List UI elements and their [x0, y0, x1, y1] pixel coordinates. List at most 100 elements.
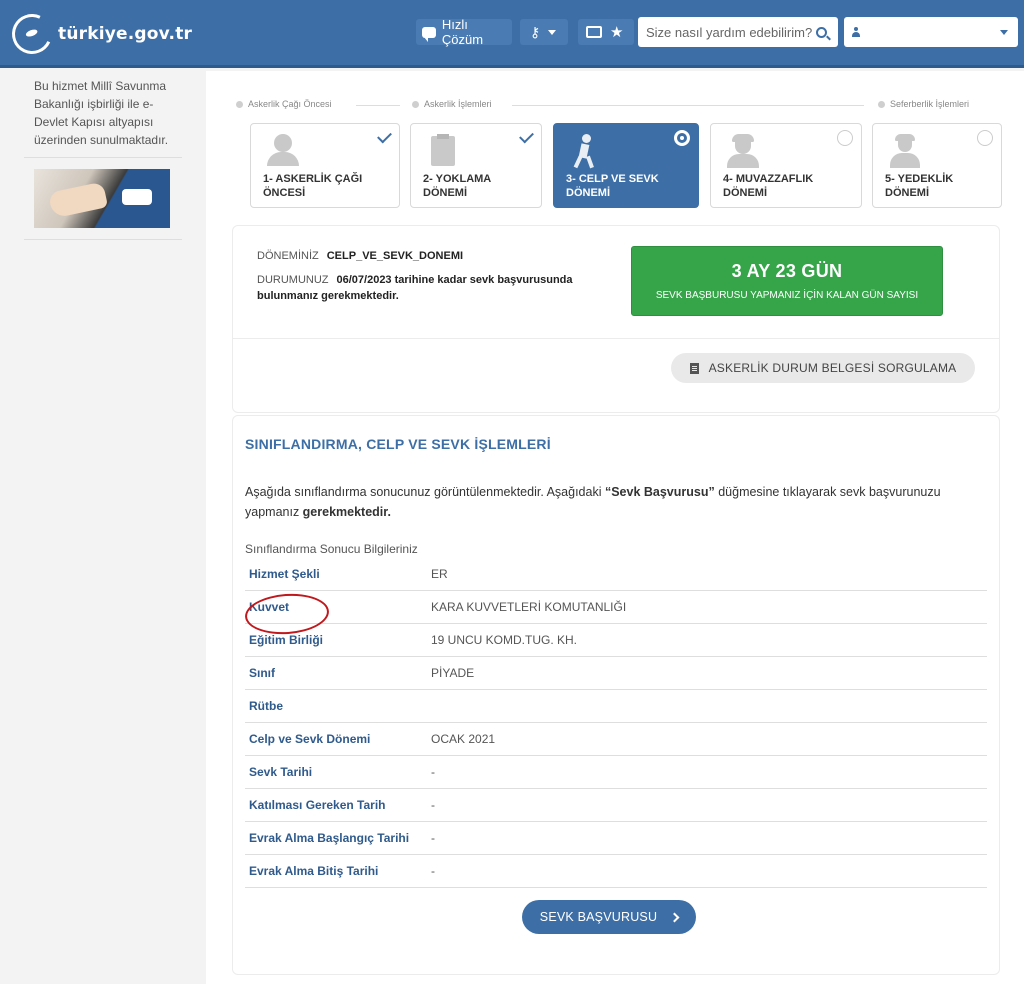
step-label: 4- MUVAZZAFLIK DÖNEMİ — [723, 173, 814, 199]
e-devlet-emblem-icon — [6, 8, 58, 60]
document-icon — [689, 362, 699, 374]
promo-banner-image[interactable] — [34, 169, 170, 228]
clipboard-icon — [425, 134, 461, 168]
hand-graphic — [47, 181, 109, 219]
table-row: Evrak Alma Bitiş Tarihi - — [245, 855, 987, 888]
military-status-document-button[interactable]: ASKERLİK DURUM BELGESİ SORGULAMA — [671, 353, 975, 383]
remaining-days-counter: 3 AY 23 GÜN SEVK BAŞBURUSU YAPMANIZ İÇİN… — [631, 246, 943, 316]
classification-section: SINIFLANDIRMA, CELP VE SEVK İŞLEMLERİ Aş… — [232, 415, 1000, 975]
period-value: CELP_VE_SEVK_DONEMI — [326, 250, 464, 262]
period-row: DÖNEMİNİZ CELP_VE_SEVK_DONEMI — [257, 250, 463, 262]
state-row: DURUMUNUZ 06/07/2023 tarihine kadar sevk … — [257, 272, 627, 304]
sidebar: Bu hizmet Millî Savunma Bakanlığı işbirl… — [0, 71, 206, 984]
table-row: Celp ve Sevk Dönemi OCAK 2021 — [245, 723, 987, 756]
countdown-caption: SEVK BAŞBURUSU YAPMANIZ İÇİN KALAN GÜN S… — [655, 290, 919, 301]
step-group-labels: Askerlik Çağı Öncesi Askerlik İşlemleri … — [236, 99, 996, 111]
step-label: 5- YEDEKLİK DÖNEMİ — [885, 173, 954, 199]
step-askerlik-cagi-oncesi[interactable]: 1- ASKERLİK ÇAĞI ÖNCESİ — [250, 123, 400, 208]
table-row: Sınıf PİYADE — [245, 657, 987, 690]
table-row: Katılması Gereken Tarih - — [245, 789, 987, 822]
step-yoklama-donemi[interactable]: 2- YOKLAMA DÖNEMİ — [410, 123, 542, 208]
step-dot-icon — [236, 100, 243, 108]
divider — [512, 105, 864, 106]
row-value: - — [431, 864, 435, 878]
step-muvazzaflik-donemi[interactable]: 4- MUVAZZAFLIK DÖNEMİ — [710, 123, 862, 208]
star-icon[interactable]: ★ — [610, 23, 623, 41]
quick-solution-button[interactable]: Hızlı Çözüm — [416, 17, 512, 47]
table-row: Evrak Alma Başlangıç Tarihi - — [245, 822, 987, 855]
sevk-basvurusu-button[interactable]: SEVK BAŞVURUSU — [522, 900, 696, 934]
main-content: Askerlik Çağı Öncesi Askerlik İşlemleri … — [206, 71, 1024, 984]
step-group-label: Askerlik İşlemleri — [412, 99, 492, 109]
row-key: Sevk Tarihi — [249, 765, 313, 779]
soldier-icon — [725, 134, 761, 168]
divider — [24, 157, 182, 158]
row-value: - — [431, 765, 435, 779]
id-card-favorites-button[interactable]: ★ — [578, 19, 634, 45]
row-key: Rütbe — [249, 699, 283, 713]
key-icon: ⚷ — [530, 23, 541, 40]
row-value: - — [431, 831, 435, 845]
quick-solution-label: Hızlı Çözüm — [441, 17, 484, 47]
check-icon — [519, 128, 534, 144]
radio-empty-icon — [977, 130, 993, 146]
step-label: 1- ASKERLİK ÇAĞI ÖNCESİ — [263, 173, 363, 199]
row-value: 19 UNCU KOMD.TUG. KH. — [431, 633, 578, 647]
row-key: Evrak Alma Bitiş Tarihi — [249, 864, 379, 878]
row-key: Eğitim Birliği — [249, 633, 324, 647]
doc-button-label: ASKERLİK DURUM BELGESİ SORGULAMA — [708, 361, 957, 375]
step-celp-ve-sevk-donemi[interactable]: 3- CELP VE SEVK DÖNEMİ — [553, 123, 699, 208]
row-key: Celp ve Sevk Dönemi — [249, 732, 371, 746]
row-value: OCAK 2021 — [431, 732, 496, 746]
top-header: türkiye.gov.tr Hızlı Çözüm ⚷ ★ — [0, 0, 1024, 68]
countdown-value: 3 AY 23 GÜN — [731, 261, 843, 281]
turkiye-gov-logo[interactable]: türkiye.gov.tr — [6, 8, 193, 60]
search-icon[interactable] — [816, 26, 827, 38]
divider — [233, 338, 999, 339]
section-description: Aşağıda sınıflandırma sonucunuz görüntül… — [245, 485, 941, 519]
row-key: Hizmet Şekli — [249, 567, 320, 581]
walking-person-icon — [568, 134, 604, 169]
chevron-right-icon — [669, 912, 680, 922]
chevron-down-icon — [548, 29, 557, 35]
status-panel: DÖNEMİNİZ CELP_VE_SEVK_DONEMI DURUMUNUZ 06… — [232, 225, 1000, 413]
user-menu[interactable] — [844, 17, 1018, 47]
search-input[interactable] — [646, 24, 812, 40]
row-value: PİYADE — [431, 666, 475, 680]
state-label: DURUMUNUZ — [257, 274, 329, 286]
person-icon — [265, 134, 301, 168]
id-card-icon — [586, 26, 602, 38]
row-value: - — [431, 798, 435, 812]
divider — [356, 105, 400, 106]
user-icon — [852, 27, 860, 37]
chevron-down-icon — [1000, 29, 1008, 35]
row-key: Evrak Alma Başlangıç Tarihi — [249, 831, 410, 845]
vr-headset-graphic — [122, 189, 152, 205]
section-subtitle: Sınıflandırma Sonucu Bilgileriniz — [245, 542, 418, 556]
table-row: Hizmet Şekli ER — [245, 558, 987, 591]
table-row: Sevk Tarihi - — [245, 756, 987, 789]
step-yedeklik-donemi[interactable]: 5- YEDEKLİK DÖNEMİ — [872, 123, 1002, 208]
table-row: Kuvvet KARA KUVVETLERİ KOMUTANLIĞI — [245, 591, 987, 624]
table-row: Rütbe — [245, 690, 987, 723]
radio-empty-icon — [837, 130, 853, 146]
logo-text: türkiye.gov.tr — [58, 24, 193, 44]
reserve-soldier-icon — [887, 134, 923, 168]
chat-bubble-icon — [422, 26, 436, 42]
period-label: DÖNEMİNİZ — [257, 250, 319, 262]
step-dot-icon — [412, 100, 419, 108]
step-label: 3- CELP VE SEVK DÖNEMİ — [566, 173, 659, 199]
search-box — [638, 17, 838, 47]
check-icon — [377, 128, 392, 144]
apply-button-label: SEVK BAŞVURUSU — [539, 910, 658, 924]
row-value: KARA KUVVETLERİ KOMUTANLIĞI — [431, 600, 627, 614]
divider — [24, 239, 182, 240]
accessibility-menu-button[interactable]: ⚷ — [520, 19, 568, 45]
step-group-label: Seferberlik İşlemleri — [878, 99, 969, 109]
step-dot-icon — [878, 100, 885, 108]
table-row: Eğitim Birliği 19 UNCU KOMD.TUG. KH. — [245, 624, 987, 657]
row-value: ER — [431, 567, 448, 581]
radio-selected-icon — [674, 130, 690, 146]
row-key: Katılması Gereken Tarih — [249, 798, 386, 812]
step-group-label: Askerlik Çağı Öncesi — [236, 99, 332, 109]
